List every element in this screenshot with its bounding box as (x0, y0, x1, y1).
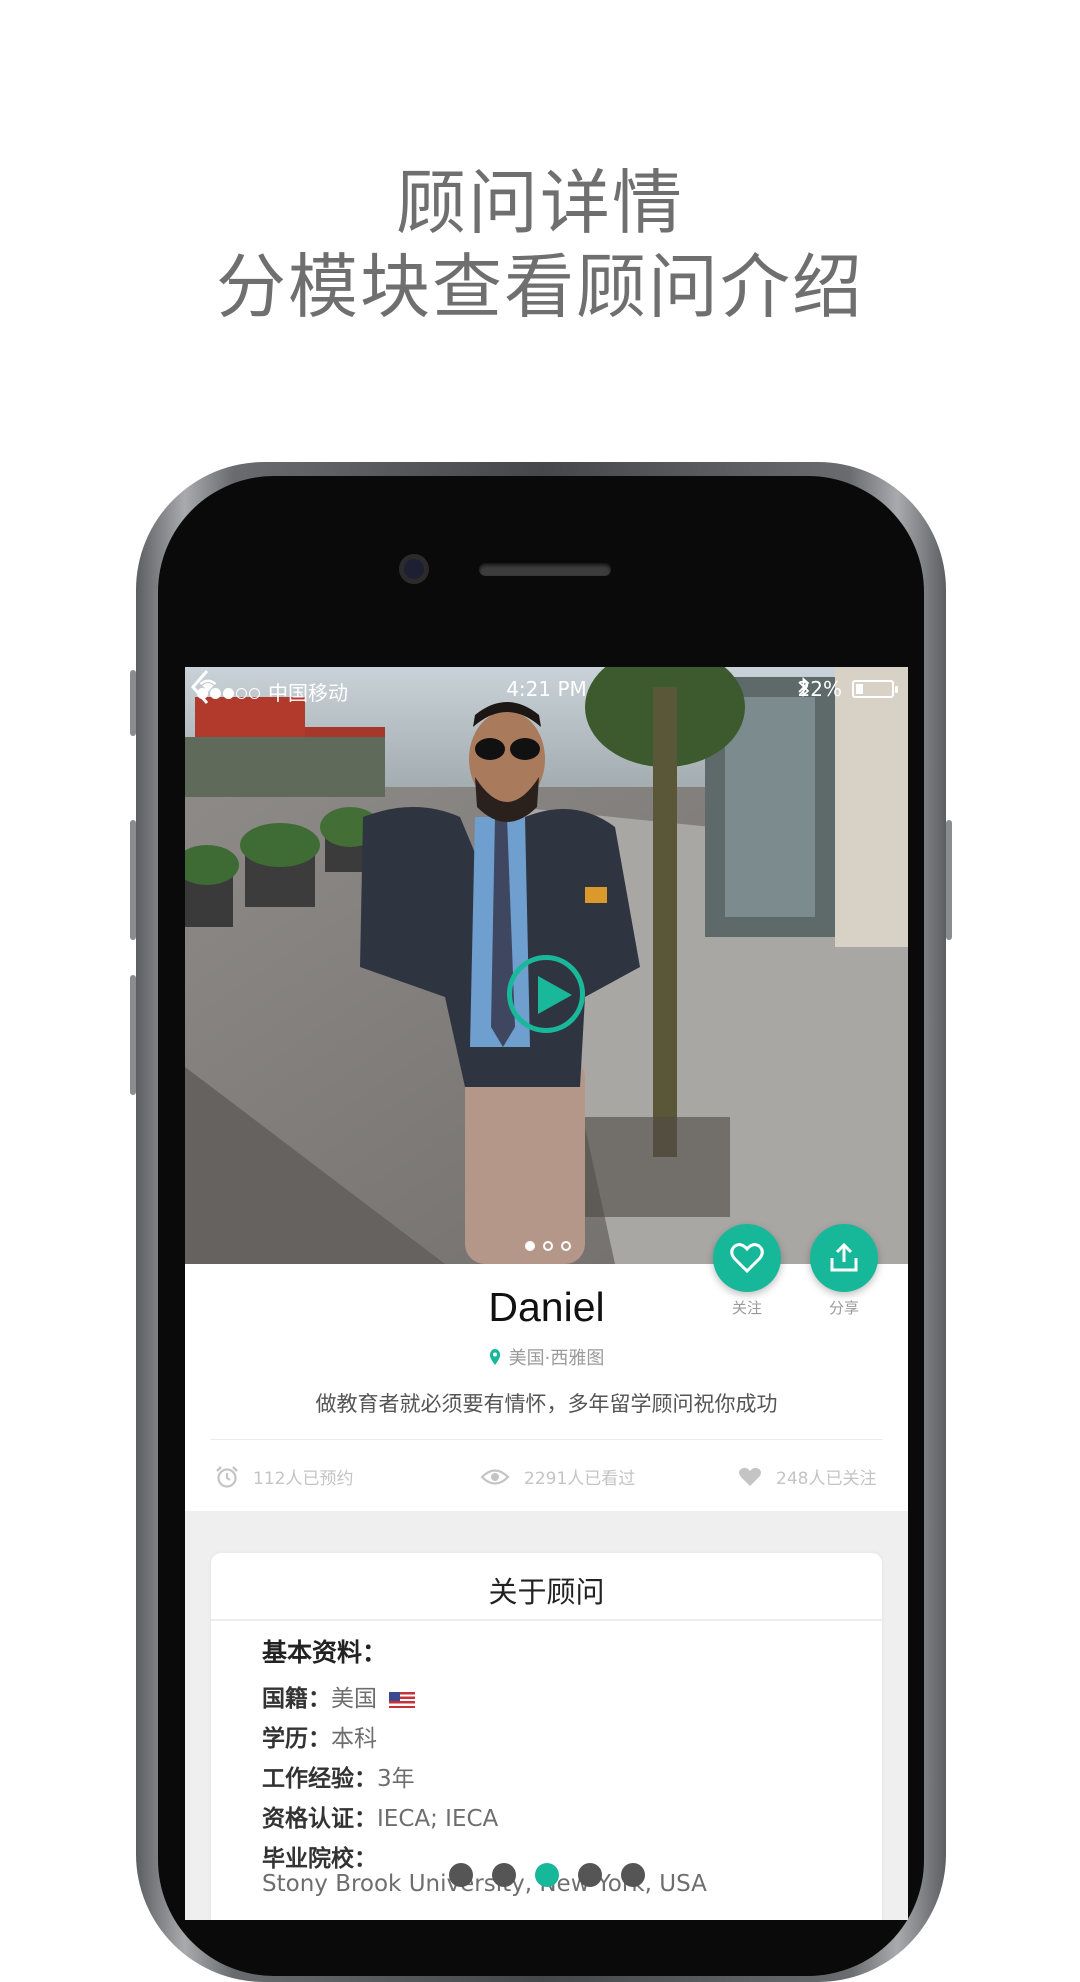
heart-outline-icon (730, 1243, 764, 1274)
education-row: 学历：本科 (262, 1719, 377, 1753)
front-camera (399, 554, 429, 584)
hero-page-indicator (525, 1241, 571, 1251)
mute-switch (130, 670, 136, 736)
promo-title: 顾问详情 (396, 162, 684, 244)
about-divider (211, 1619, 882, 1621)
stat-followed: 248人已关注 (738, 1464, 876, 1489)
screenshot-page-dot[interactable] (577, 1863, 602, 1887)
screenshot-page-dot[interactable] (620, 1863, 645, 1887)
share-icon (830, 1242, 858, 1272)
profile-panel: Daniel 美国·西雅图 做教育者就必须要有情怀，多年留学顾问祝你成功 112… (185, 1264, 908, 1511)
hero-page-dot[interactable] (561, 1241, 571, 1251)
profile-divider (210, 1439, 883, 1440)
advisor-location: 美国·西雅图 (185, 1344, 908, 1370)
us-flag-icon (389, 1691, 415, 1708)
stat-viewed: 2291人已看过 (480, 1464, 635, 1489)
share-button[interactable] (810, 1224, 878, 1292)
certification-row: 资格认证：IECA; IECA (262, 1799, 498, 1833)
experience-row: 工作经验：3年 (262, 1759, 415, 1793)
nationality-label: 国籍： (262, 1686, 331, 1712)
nationality-value: 美国 (331, 1686, 377, 1712)
location-pin-icon (489, 1348, 500, 1365)
hero-page-dot[interactable] (525, 1241, 535, 1251)
earpiece-speaker (479, 563, 611, 576)
battery-icon (852, 680, 898, 698)
phone-screen: 中国移动 4:21 PM 22% 关注 分享 Daniel 美国·西雅图 做教育… (185, 667, 908, 1920)
education-label: 学历： (262, 1726, 331, 1752)
about-title: 关于顾问 (488, 1575, 605, 1609)
stat-booked-text: 112人已预约 (253, 1469, 354, 1489)
basic-info-heading: 基本资料： (262, 1638, 388, 1667)
status-bar: 中国移动 4:21 PM 22% (185, 667, 908, 707)
location-text: 美国·西雅图 (508, 1348, 605, 1369)
experience-value: 3年 (377, 1766, 415, 1792)
stat-viewed-text: 2291人已看过 (524, 1469, 636, 1489)
hero-photo[interactable]: 中国移动 4:21 PM 22% (185, 667, 908, 1264)
share-label: 分享 (828, 1299, 859, 1317)
alarm-clock-icon (216, 1465, 238, 1488)
heart-icon (739, 1467, 761, 1486)
stat-followed-text: 248人已关注 (776, 1469, 877, 1489)
hero-page-dot[interactable] (543, 1241, 553, 1251)
promo-subtitle: 分模块查看顾问介绍 (216, 246, 864, 328)
certification-value: IECA; IECA (377, 1806, 499, 1832)
follow-button[interactable] (713, 1224, 781, 1292)
power-button (946, 820, 952, 940)
certification-label: 资格认证： (262, 1806, 377, 1832)
follow-label: 关注 (731, 1299, 762, 1317)
experience-label: 工作经验： (262, 1766, 377, 1792)
eye-icon (480, 1468, 510, 1485)
stat-booked: 112人已预约 (215, 1464, 353, 1489)
screenshot-page-dot[interactable] (534, 1863, 559, 1887)
nationality-row: 国籍：美国 (262, 1679, 415, 1713)
education-value: 本科 (331, 1726, 377, 1752)
back-chevron-icon[interactable] (185, 667, 215, 707)
bluetooth-icon (797, 677, 809, 697)
advisor-name: Daniel (488, 1284, 605, 1330)
advisor-bio: 做教育者就必须要有情怀，多年留学顾问祝你成功 (315, 1392, 778, 1416)
play-video-button[interactable] (507, 955, 585, 1033)
screenshot-page-indicator (185, 1863, 908, 1887)
battery-level (856, 684, 863, 694)
volume-up-button (130, 820, 136, 940)
screenshot-page-dot[interactable] (448, 1863, 473, 1887)
screenshot-page-dot[interactable] (491, 1863, 516, 1887)
volume-down-button (130, 975, 136, 1095)
